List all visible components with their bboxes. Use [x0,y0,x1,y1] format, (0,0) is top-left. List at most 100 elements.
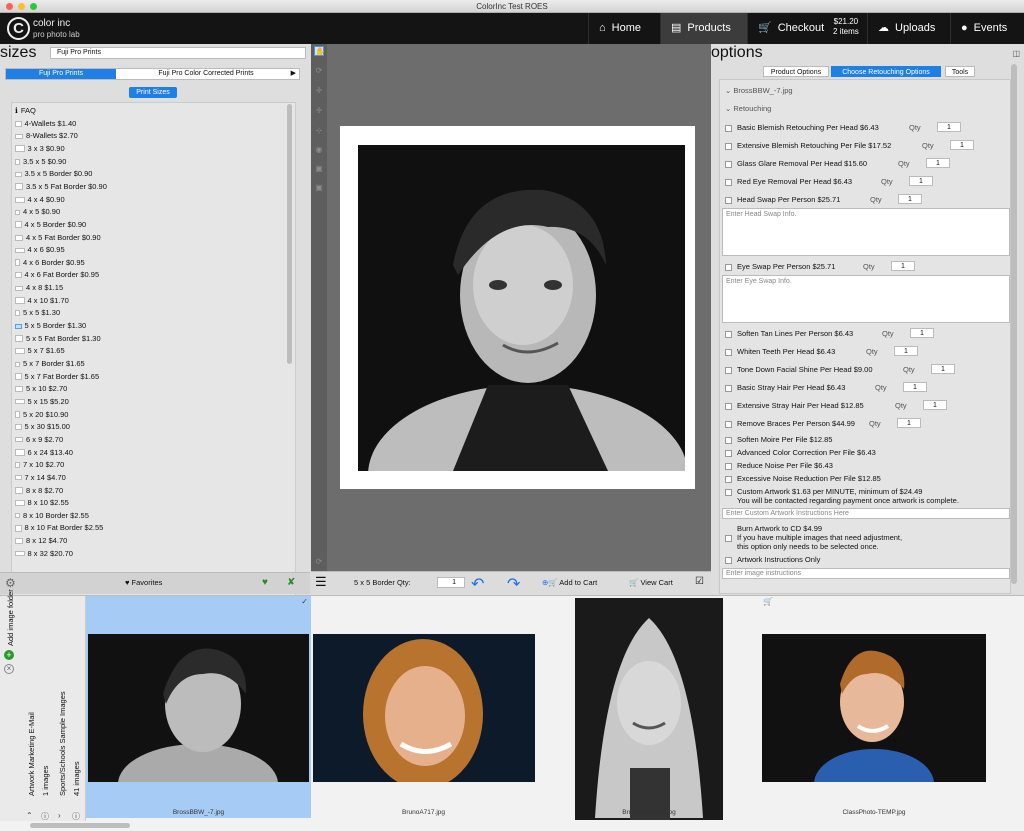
size-list-item[interactable]: 4 x 6 $0.95 [15,244,65,256]
qty-input[interactable]: 1 [926,158,950,168]
qty-input[interactable]: 1 [909,176,933,186]
thumbnail-scrollbar[interactable] [30,823,130,828]
size-list-item[interactable]: 5 x 30 $15.00 [15,421,70,433]
size-list-item[interactable]: 5 x 7 Fat Border $1.65 [15,371,99,383]
checkbox[interactable] [725,488,732,496]
portrait-photo[interactable] [358,145,685,471]
options-scrollbar[interactable] [1011,64,1017,584]
add-image-folder-label[interactable]: Add image folder [6,589,15,646]
option-reduce-noise[interactable]: Reduce Noise Per File $6.43 [725,460,833,471]
qty-input[interactable]: 1 [931,364,955,374]
tab-fuji-pro-color-corrected[interactable]: Fuji Pro Color Corrected Prints [116,69,296,79]
checkbox[interactable] [725,462,732,470]
option-head-swap[interactable]: Head Swap Per Person $25.71 [725,194,840,205]
tab-scroll-right-icon[interactable]: ▶ [291,69,296,79]
size-list-item[interactable]: 5 x 5 Fat Border $1.30 [15,333,101,345]
tab-tools[interactable]: Tools [945,66,975,77]
chevron-right-icon[interactable]: › [58,811,61,820]
size-list-item[interactable]: 6 x 24 $13.40 [15,447,73,459]
size-list-item[interactable]: 4 x 8 $1.15 [15,282,63,294]
tab-fuji-pro-prints[interactable]: Fuji Pro Prints [6,69,116,79]
checkbox[interactable] [725,178,732,186]
size-list-item[interactable]: 8 x 8 $2.70 [15,485,63,497]
checkbox[interactable] [725,475,732,483]
size-list-item[interactable]: 4 x 5 Fat Border $0.90 [15,232,101,244]
size-list-item[interactable]: 3.5 x 5 Fat Border $0.90 [15,181,107,193]
size-list-item[interactable]: 8 x 10 Border $2.55 [15,510,89,522]
checkbox[interactable] [725,160,732,168]
option-advanced-color[interactable]: Advanced Color Correction Per File $6.43 [725,447,876,458]
qty-input[interactable]: 1 [923,400,947,410]
option-facial-shine[interactable]: Tone Down Facial Shine Per Head $9.00 [725,364,873,375]
faq-item[interactable]: ℹ FAQ [15,105,36,117]
size-list-item[interactable]: 4-Wallets $1.40 [15,118,76,130]
qty-input[interactable]: 1 [437,577,465,588]
hand-tool-icon[interactable]: ✋ [314,46,325,56]
size-list-item[interactable]: 3 x 3 $0.90 [15,143,65,155]
crop-tool-icon[interactable]: ⊹ [314,126,324,136]
tab-product-options[interactable]: Product Options [763,66,829,77]
circle-tool-icon[interactable]: ◉ [314,145,324,155]
nav-home[interactable]: ⌂ Home [588,13,660,44]
qty-input[interactable]: 1 [891,261,915,271]
info-icon[interactable]: ⓘ [41,811,49,822]
size-list-item[interactable]: 5 x 7 $1.65 [15,345,65,357]
close-window-button[interactable] [6,3,13,10]
folder-1-name[interactable]: Artwork Marketing E-Mail [27,712,36,796]
size-list-item[interactable]: 8 x 12 $4.70 [15,535,67,547]
rotate-tool-icon[interactable]: ⟳ [314,66,324,76]
size-list-item[interactable]: 5 x 7 Border $1.65 [15,358,85,370]
option-artwork-only[interactable]: Artwork Instructions Only [725,554,820,565]
file-name-row[interactable]: ⌄ BrossBBW_-7.jpg [725,86,793,95]
minimize-window-button[interactable] [18,3,25,10]
size-list-item[interactable]: 5 x 5 Border $1.30 [15,320,86,332]
size-list-item[interactable]: 8 x 10 Fat Border $2.55 [15,522,103,534]
checkbox[interactable] [725,449,732,457]
crosshair-tool-icon[interactable]: ✛ [314,106,324,116]
layers-icon[interactable]: ☰ [315,574,327,590]
checkbox[interactable] [725,124,732,132]
size-list-item[interactable]: 8 x 10 $2.55 [15,497,69,509]
size-list-item[interactable]: 8-Wallets $2.70 [15,130,78,142]
thumbnail-bross[interactable]: BrossBBW_-7.jpg ✓ [86,596,311,818]
product-select[interactable]: Fuji Pro Prints [50,47,306,59]
zoom-window-button[interactable] [30,3,37,10]
checkbox[interactable] [725,384,732,392]
size-list-item[interactable]: 3.5 x 5 $0.90 [15,156,66,168]
checkbox[interactable] [725,556,732,564]
nav-events[interactable]: ● Events [950,13,1024,44]
add-to-cart-button[interactable]: ⊕🛒 Add to Cart [542,578,597,587]
checkbox[interactable] [725,196,732,204]
option-soften-tan[interactable]: Soften Tan Lines Per Person $6.43 [725,328,853,339]
size-list-item[interactable]: 4 x 6 Border $0.95 [15,257,85,269]
folder-2-name[interactable]: Sports/Schools Sample Images [58,691,67,796]
tab-retouching-options[interactable]: Choose Retouching Options [831,66,941,77]
option-glass-glare[interactable]: Glass Glare Removal Per Head $15.60 [725,158,867,169]
checkbox[interactable] [725,420,732,428]
border-tool-icon[interactable]: ▣ [314,183,324,193]
option-basic-stray-hair[interactable]: Basic Stray Hair Per Head $6.43 [725,382,845,393]
qty-input[interactable]: 1 [950,140,974,150]
info-icon[interactable]: ⓘ [72,811,80,822]
thumbnail-bruno-abw707[interactable]: BrunoABW707.jpg [575,596,723,820]
view-cart-button[interactable]: 🛒 View Cart [629,578,673,587]
size-list-item[interactable]: 6 x 9 $2.70 [15,434,63,446]
eye-swap-info-input[interactable]: Enter Eye Swap Info. [722,275,1010,323]
custom-artwork-input[interactable]: Enter Custom Artwork Instructions Here [722,508,1010,519]
chevron-up-icon[interactable]: ⌃ [26,811,33,820]
size-list-item[interactable]: 7 x 10 $2.70 [15,459,64,471]
gear-icon[interactable]: ⚙ [5,576,16,590]
thumbnail-bruno-a717[interactable]: BrunoA717.jpg [311,596,536,818]
print-sizes-button[interactable]: Print Sizes [129,87,177,98]
size-list-item[interactable]: 5 x 10 $2.70 [15,383,67,395]
checkbox[interactable] [725,348,732,356]
size-list-item[interactable]: 7 x 14 $4.70 [15,472,66,484]
qty-input[interactable]: 1 [910,328,934,338]
checkbox[interactable] [725,142,732,150]
option-basic-blemish[interactable]: Basic Blemish Retouching Per Head $6.43 [725,122,879,133]
remove-folder-icon[interactable]: × [4,664,14,674]
undo-icon[interactable]: ↶ [471,574,484,594]
size-list-item[interactable]: 5 x 15 $5.20 [15,396,69,408]
size-list-item[interactable]: 5 x 5 $1.30 [15,307,60,319]
size-list-item[interactable]: 8 x 32 $20.70 [15,548,73,560]
